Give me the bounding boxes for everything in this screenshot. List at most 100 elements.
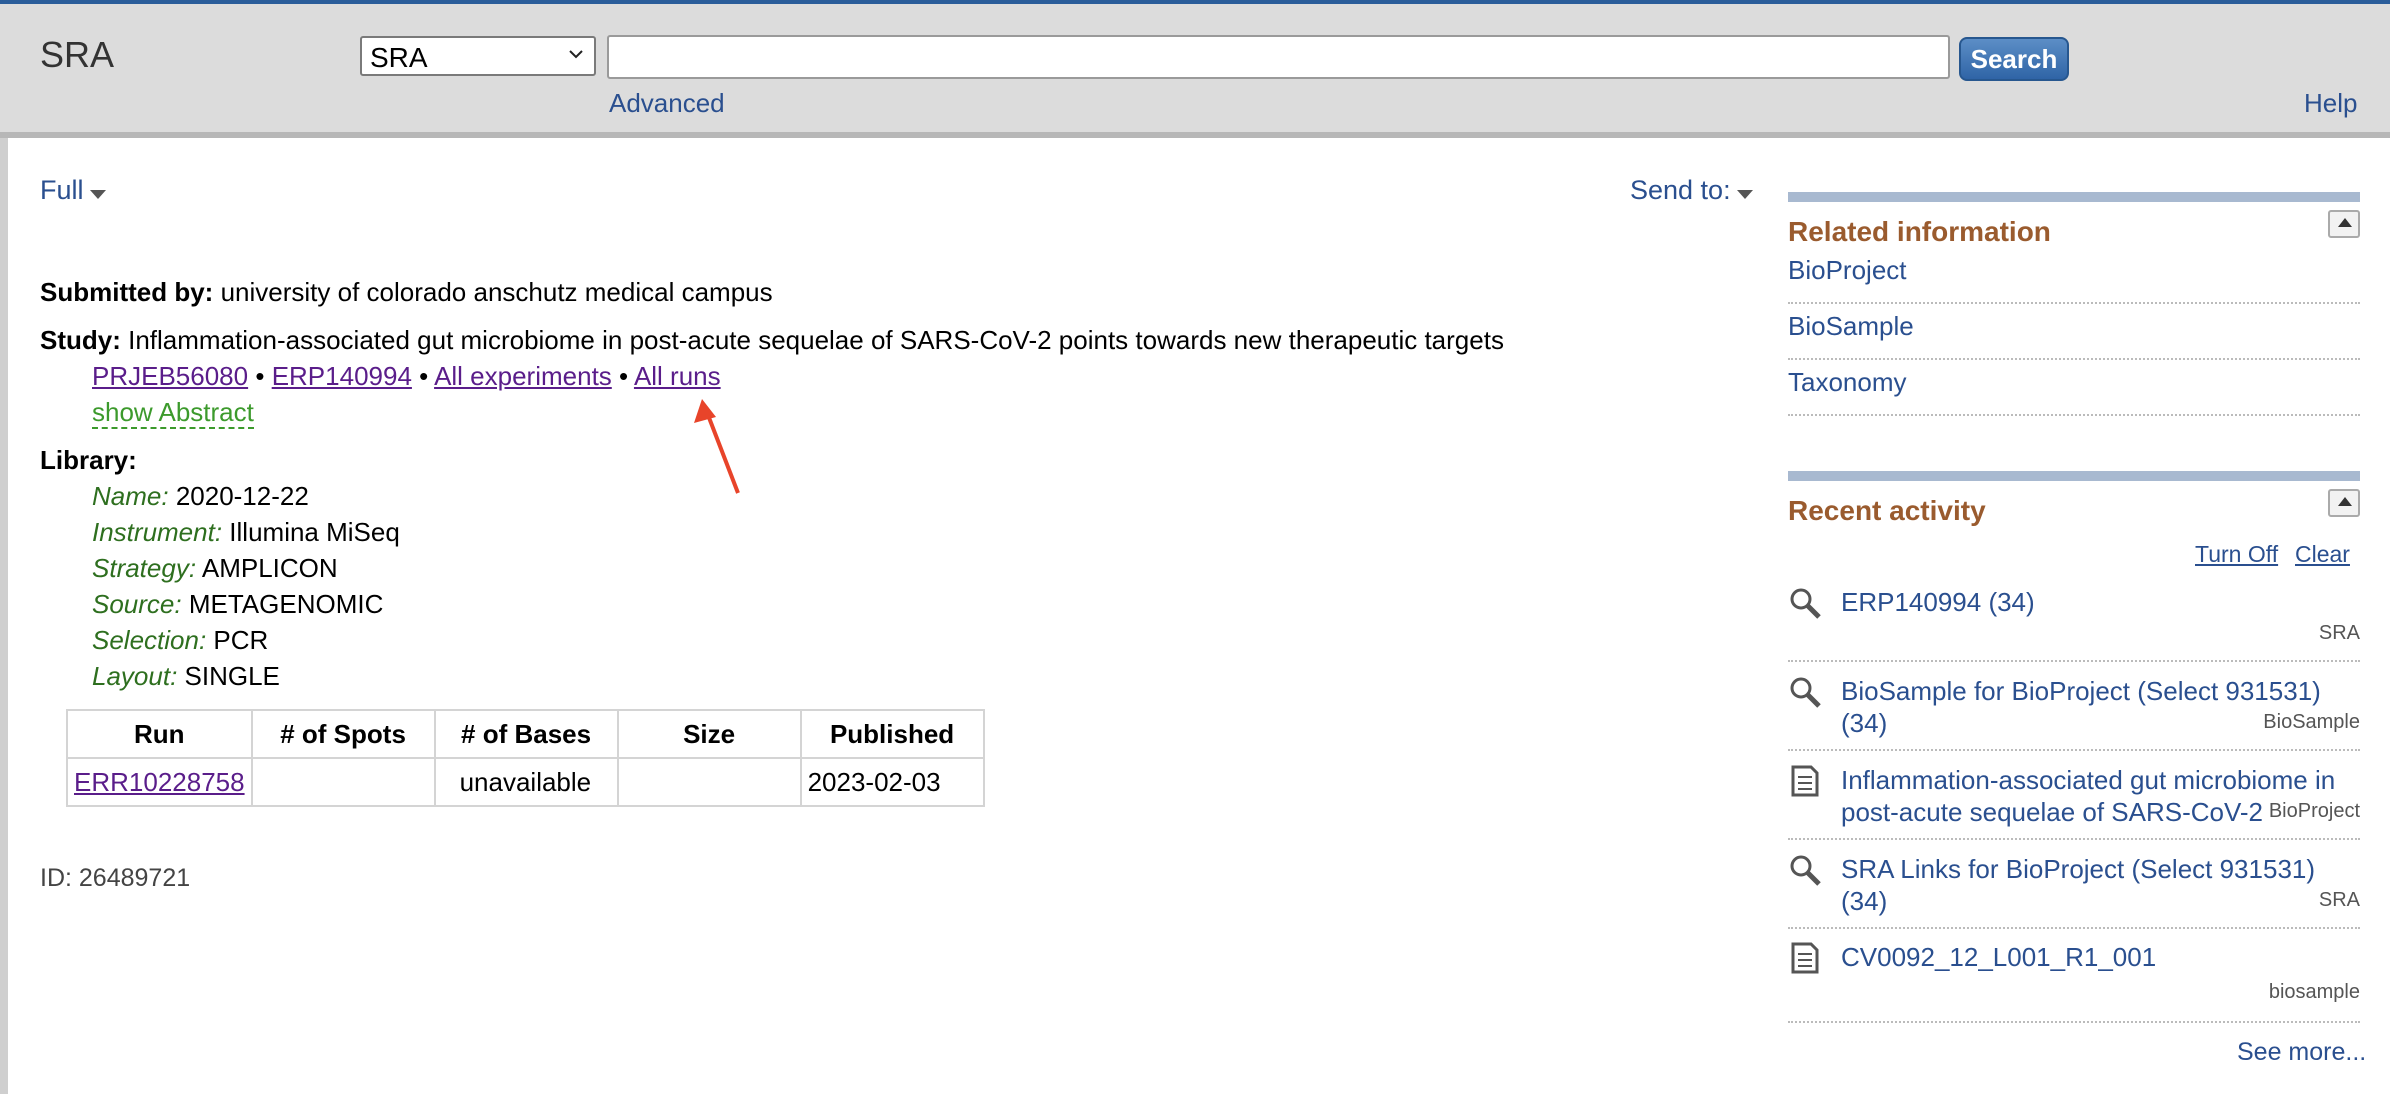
- field-value: PCR: [213, 625, 269, 655]
- column-header: Published: [799, 709, 985, 759]
- column-header: Run: [66, 709, 253, 759]
- table-cell: 2023-02-03: [799, 757, 985, 807]
- submitted-label: Submitted by:: [40, 277, 214, 307]
- all-experiments-link[interactable]: All experiments: [434, 361, 612, 391]
- related-information-panel: Related information BioProject BioSample…: [1788, 192, 2360, 416]
- send-to-dropdown[interactable]: Send to:: [1630, 175, 1753, 206]
- search-header: SRA SRA Search Advanced Help: [0, 4, 2390, 138]
- table-cell: [250, 757, 436, 807]
- recent-activity-text: ERP140994 (34): [1841, 586, 2035, 618]
- study-links: PRJEB56080 • ERP140994 • All experiments…: [92, 361, 721, 392]
- search-icon: [1790, 677, 1821, 708]
- related-link-taxonomy[interactable]: Taxonomy: [1788, 360, 2360, 416]
- panel-divider: [1788, 471, 2360, 481]
- recent-activity-text: BioSample for BioProject (Select 931531)…: [1841, 675, 2321, 739]
- help-link[interactable]: Help: [2304, 88, 2357, 119]
- search-icon: [1790, 588, 1821, 619]
- recent-activity-line: (34): [1841, 708, 1888, 738]
- recent-activity-title: Recent activity: [1788, 495, 1986, 526]
- recent-activity-item[interactable]: CV0092_12_L001_R1_001 biosample: [1788, 941, 2360, 1023]
- advanced-link[interactable]: Advanced: [609, 88, 725, 119]
- field-value: METAGENOMIC: [188, 589, 384, 619]
- caret-down-icon: [89, 190, 106, 200]
- send-to-label: Send to:: [1630, 175, 1731, 205]
- recent-activity-db: BioSample: [2263, 711, 2360, 733]
- separator: •: [619, 361, 629, 391]
- recent-activity-item[interactable]: ERP140994 (34) SRA: [1788, 586, 2360, 662]
- field-label: Selection:: [92, 625, 207, 655]
- column-header: # of Spots: [250, 709, 436, 759]
- record-id: ID: 26489721: [40, 864, 191, 892]
- database-select[interactable]: SRA: [360, 36, 596, 76]
- library-field: Instrument: Illumina MiSeq: [92, 517, 400, 548]
- related-link-biosample[interactable]: BioSample: [1788, 304, 2360, 360]
- recent-activity-line: ERP140994 (34): [1841, 587, 2035, 617]
- recent-activity-text: Inflammation-associated gut microbiome i…: [1841, 764, 2335, 828]
- turn-off-link[interactable]: Turn Off: [2195, 541, 2278, 568]
- submitted-by: Submitted by: university of colorado ans…: [40, 277, 773, 308]
- recent-activity-line: post-acute sequelae of SARS-CoV-2: [1841, 797, 2264, 827]
- runs-table: Run # of Spots # of Bases Size Published…: [66, 709, 985, 807]
- search-input[interactable]: [607, 35, 1950, 79]
- column-header: Size: [616, 709, 802, 759]
- recent-activity-line: Inflammation-associated gut microbiome i…: [1841, 765, 2336, 795]
- column-header: # of Bases: [433, 709, 619, 759]
- recent-activity-item[interactable]: BioSample for BioProject (Select 931531)…: [1788, 675, 2360, 751]
- recent-activity-line: BioSample for BioProject (Select 931531): [1841, 676, 2321, 706]
- recent-activity-line: SRA Links for BioProject (Select 931531): [1841, 854, 2316, 884]
- separator: •: [419, 361, 429, 391]
- recent-activity-text: CV0092_12_L001_R1_001: [1841, 941, 2156, 973]
- library-field: Source: METAGENOMIC: [92, 589, 383, 620]
- recent-activity-line: CV0092_12_L001_R1_001: [1841, 942, 2157, 972]
- field-label: Instrument:: [92, 517, 223, 547]
- related-information-title: Related information: [1788, 216, 2051, 247]
- library-label: Library:: [40, 445, 137, 475]
- clear-link[interactable]: Clear: [2295, 541, 2350, 568]
- table-cell: unavailable: [433, 757, 619, 807]
- annotation-arrow-icon: [694, 399, 740, 494]
- run-accession-link[interactable]: ERR10228758: [74, 767, 245, 797]
- see-more-link[interactable]: See more...: [2237, 1038, 2366, 1067]
- format-label: Full: [40, 175, 84, 205]
- submitted-value: university of colorado anschutz medical …: [220, 277, 773, 307]
- panel-divider: [1788, 192, 2360, 202]
- field-label: Strategy:: [92, 553, 197, 583]
- show-abstract-toggle[interactable]: show Abstract: [92, 397, 254, 429]
- bioproject-accession-link[interactable]: PRJEB56080: [92, 361, 248, 391]
- study: Study: Inflammation-associated gut micro…: [40, 325, 1504, 356]
- library-field: Strategy: AMPLICON: [92, 553, 338, 584]
- recent-activity-item[interactable]: Inflammation-associated gut microbiome i…: [1788, 764, 2360, 840]
- format-dropdown[interactable]: Full: [40, 175, 106, 206]
- field-value: 2020-12-22: [175, 481, 309, 511]
- all-runs-link[interactable]: All runs: [634, 361, 721, 391]
- library-field: Name: 2020-12-22: [92, 481, 309, 512]
- collapse-related-button[interactable]: [2328, 210, 2360, 238]
- table-cell: [616, 757, 802, 807]
- recent-activity-db: SRA: [2318, 622, 2360, 644]
- study-label: Study:: [40, 325, 121, 355]
- recent-activity-db: SRA: [2318, 889, 2360, 911]
- field-label: Layout:: [92, 661, 178, 691]
- recent-activity-item[interactable]: SRA Links for BioProject (Select 931531)…: [1788, 853, 2360, 929]
- field-value: SINGLE: [184, 661, 280, 691]
- study-accession-link[interactable]: ERP140994: [272, 361, 412, 391]
- show-abstract-label: show Abstract: [92, 397, 254, 429]
- table-header-row: Run # of Spots # of Bases Size Published: [66, 709, 985, 759]
- document-icon: [1791, 765, 1819, 797]
- search-icon: [1790, 855, 1821, 886]
- field-value: AMPLICON: [201, 553, 338, 583]
- library-field: Selection: PCR: [92, 625, 268, 656]
- recent-activity-panel: Recent activity Turn Off Clear ERP140994…: [1788, 471, 2360, 1031]
- recent-activity-text: SRA Links for BioProject (Select 931531)…: [1841, 853, 2315, 917]
- document-icon: [1791, 942, 1819, 974]
- caret-down-icon: [1736, 190, 1753, 200]
- related-link-bioproject[interactable]: BioProject: [1788, 248, 2360, 304]
- field-value: Illumina MiSeq: [229, 517, 400, 547]
- recent-activity-db: BioProject: [2268, 800, 2360, 822]
- search-button[interactable]: Search: [1959, 37, 2069, 81]
- recent-activity-db: biosample: [2268, 981, 2360, 1003]
- collapse-recent-button[interactable]: [2328, 489, 2360, 517]
- study-value: Inflammation-associated gut microbiome i…: [128, 325, 1504, 355]
- chevron-down-icon: [569, 50, 583, 59]
- recent-activity-line: (34): [1841, 886, 1888, 916]
